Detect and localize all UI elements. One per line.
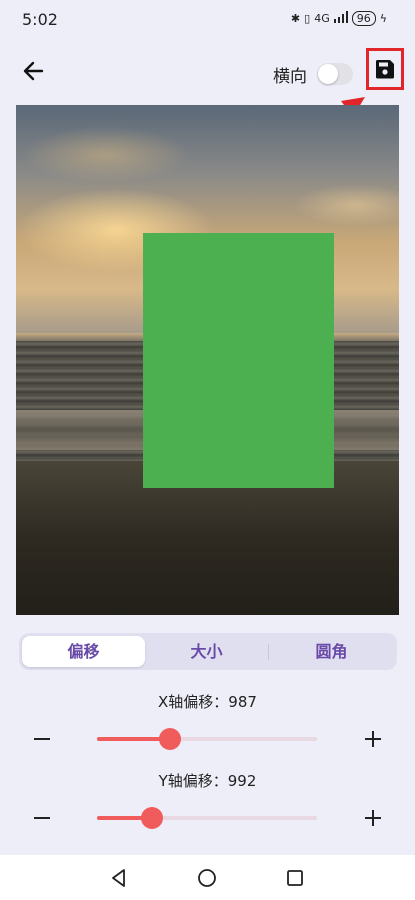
y-offset-row: [0, 803, 415, 833]
nav-back-button[interactable]: [108, 867, 130, 889]
tab-corner-radius[interactable]: 圆角: [269, 636, 394, 667]
toolbar: 横向: [0, 45, 415, 100]
x-slider-thumb[interactable]: [158, 728, 181, 750]
square-recents-icon: [287, 870, 303, 886]
arrow-left-icon: [23, 61, 44, 81]
control-panel: 偏移 大小 圆角 X轴偏移：987 Y轴偏移：992: [0, 615, 415, 855]
save-button[interactable]: [366, 48, 404, 90]
plus-icon: [365, 810, 381, 826]
charging-icon: ϟ: [379, 12, 387, 25]
system-nav-bar: [0, 855, 415, 900]
plus-icon: [365, 731, 381, 747]
circle-home-icon: [198, 869, 216, 887]
tab-offset[interactable]: 偏移: [22, 636, 145, 667]
x-offset-slider[interactable]: [97, 728, 317, 750]
x-decrease-button[interactable]: [30, 724, 54, 754]
status-time: 5:02: [22, 10, 58, 29]
nav-home-button[interactable]: [196, 867, 218, 889]
orientation-toggle[interactable]: [317, 63, 353, 85]
y-increase-button[interactable]: [361, 803, 385, 833]
network-label: 4G: [314, 12, 330, 25]
vibrate-icon: ▯: [304, 12, 311, 25]
y-offset-slider[interactable]: [97, 807, 317, 829]
bluetooth-icon: ✱: [290, 12, 301, 25]
status-icons: ✱ ▯ 4G 96 ϟ: [291, 11, 387, 26]
tab-bar: 偏移 大小 圆角: [19, 633, 397, 670]
triangle-back-icon: [112, 869, 125, 887]
back-button[interactable]: [20, 57, 48, 85]
y-slider-thumb[interactable]: [141, 807, 163, 829]
y-decrease-button[interactable]: [30, 803, 54, 833]
floppy-disk-icon: [375, 60, 394, 79]
minus-icon: [34, 738, 50, 740]
orientation-label: 横向: [273, 67, 307, 87]
minus-icon: [34, 817, 50, 819]
nav-recents-button[interactable]: [284, 867, 306, 889]
battery-indicator: 96: [351, 11, 376, 26]
x-offset-row: [0, 724, 415, 754]
x-offset-label: X轴偏移：987: [158, 693, 257, 711]
x-increase-button[interactable]: [361, 724, 385, 754]
toggle-knob: [318, 64, 338, 84]
overlay-rectangle[interactable]: [143, 233, 334, 488]
y-offset-label: Y轴偏移：992: [158, 772, 257, 790]
image-preview[interactable]: [16, 105, 399, 615]
status-bar: 5:02 ✱ ▯ 4G 96 ϟ: [0, 0, 415, 40]
tab-size[interactable]: 大小: [145, 636, 268, 667]
signal-icon: [333, 11, 348, 26]
